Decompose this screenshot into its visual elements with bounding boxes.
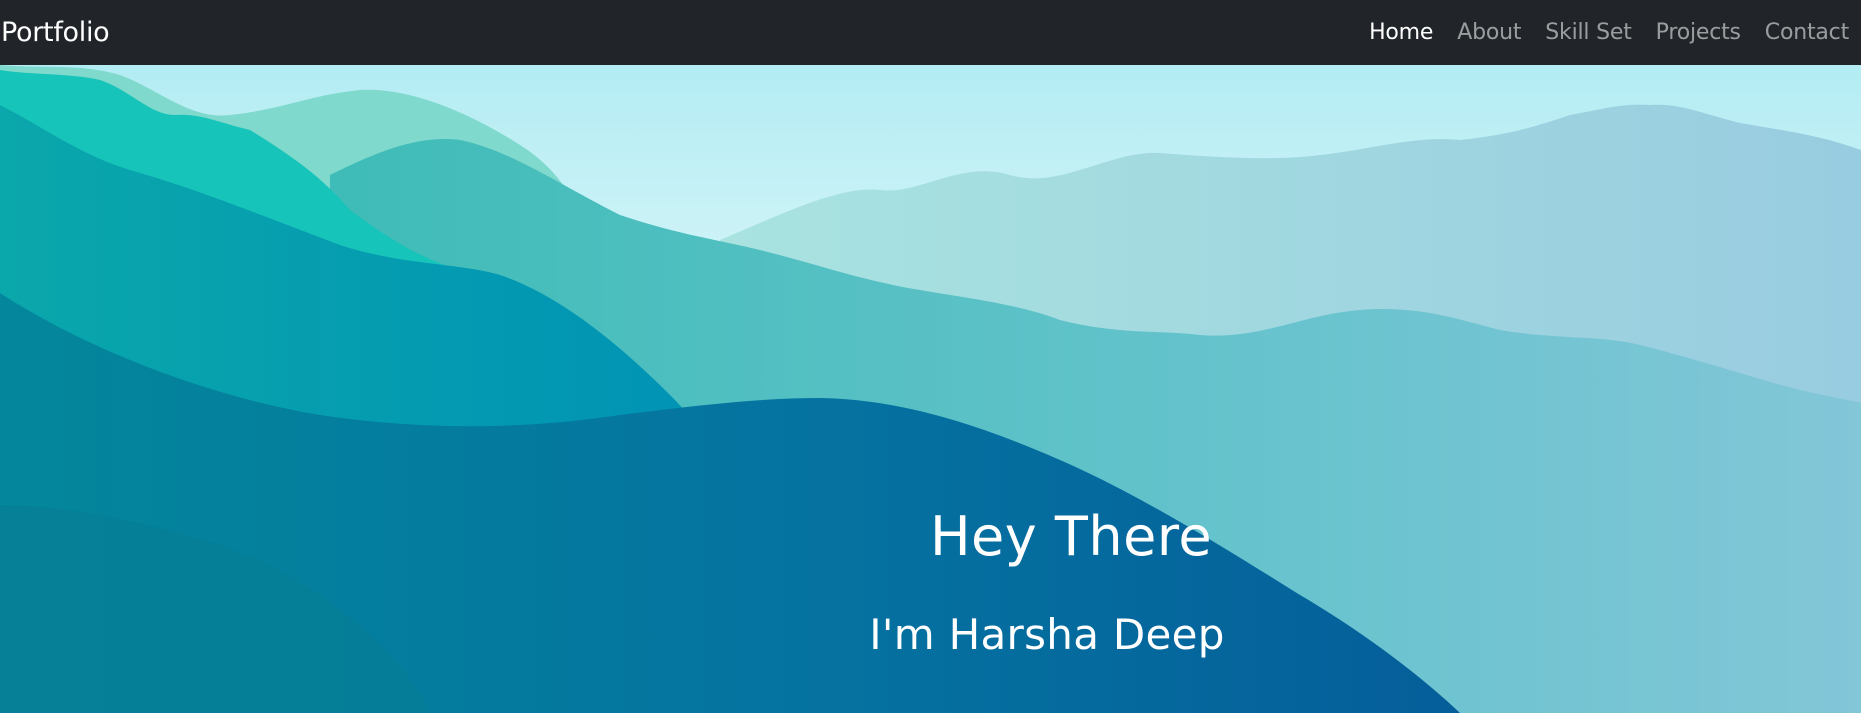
brand-logo-link[interactable]: Portfolio: [0, 17, 110, 48]
top-navbar: Portfolio Home About Skill Set Projects …: [0, 0, 1861, 65]
nav-link-contact[interactable]: Contact: [1765, 20, 1849, 45]
page: Portfolio Home About Skill Set Projects …: [0, 0, 1861, 713]
nav-link-home[interactable]: Home: [1369, 20, 1433, 45]
hero-section: Hey There I'm Harsha Deep: [0, 65, 1861, 713]
nav-link-about[interactable]: About: [1457, 20, 1521, 45]
nav-links: Home About Skill Set Projects Contact: [1345, 20, 1849, 45]
nav-link-skill-set[interactable]: Skill Set: [1545, 20, 1632, 45]
hero-title: Hey There: [929, 505, 1213, 568]
hero-subtitle: I'm Harsha Deep: [869, 610, 1225, 659]
nav-link-projects[interactable]: Projects: [1656, 20, 1741, 45]
